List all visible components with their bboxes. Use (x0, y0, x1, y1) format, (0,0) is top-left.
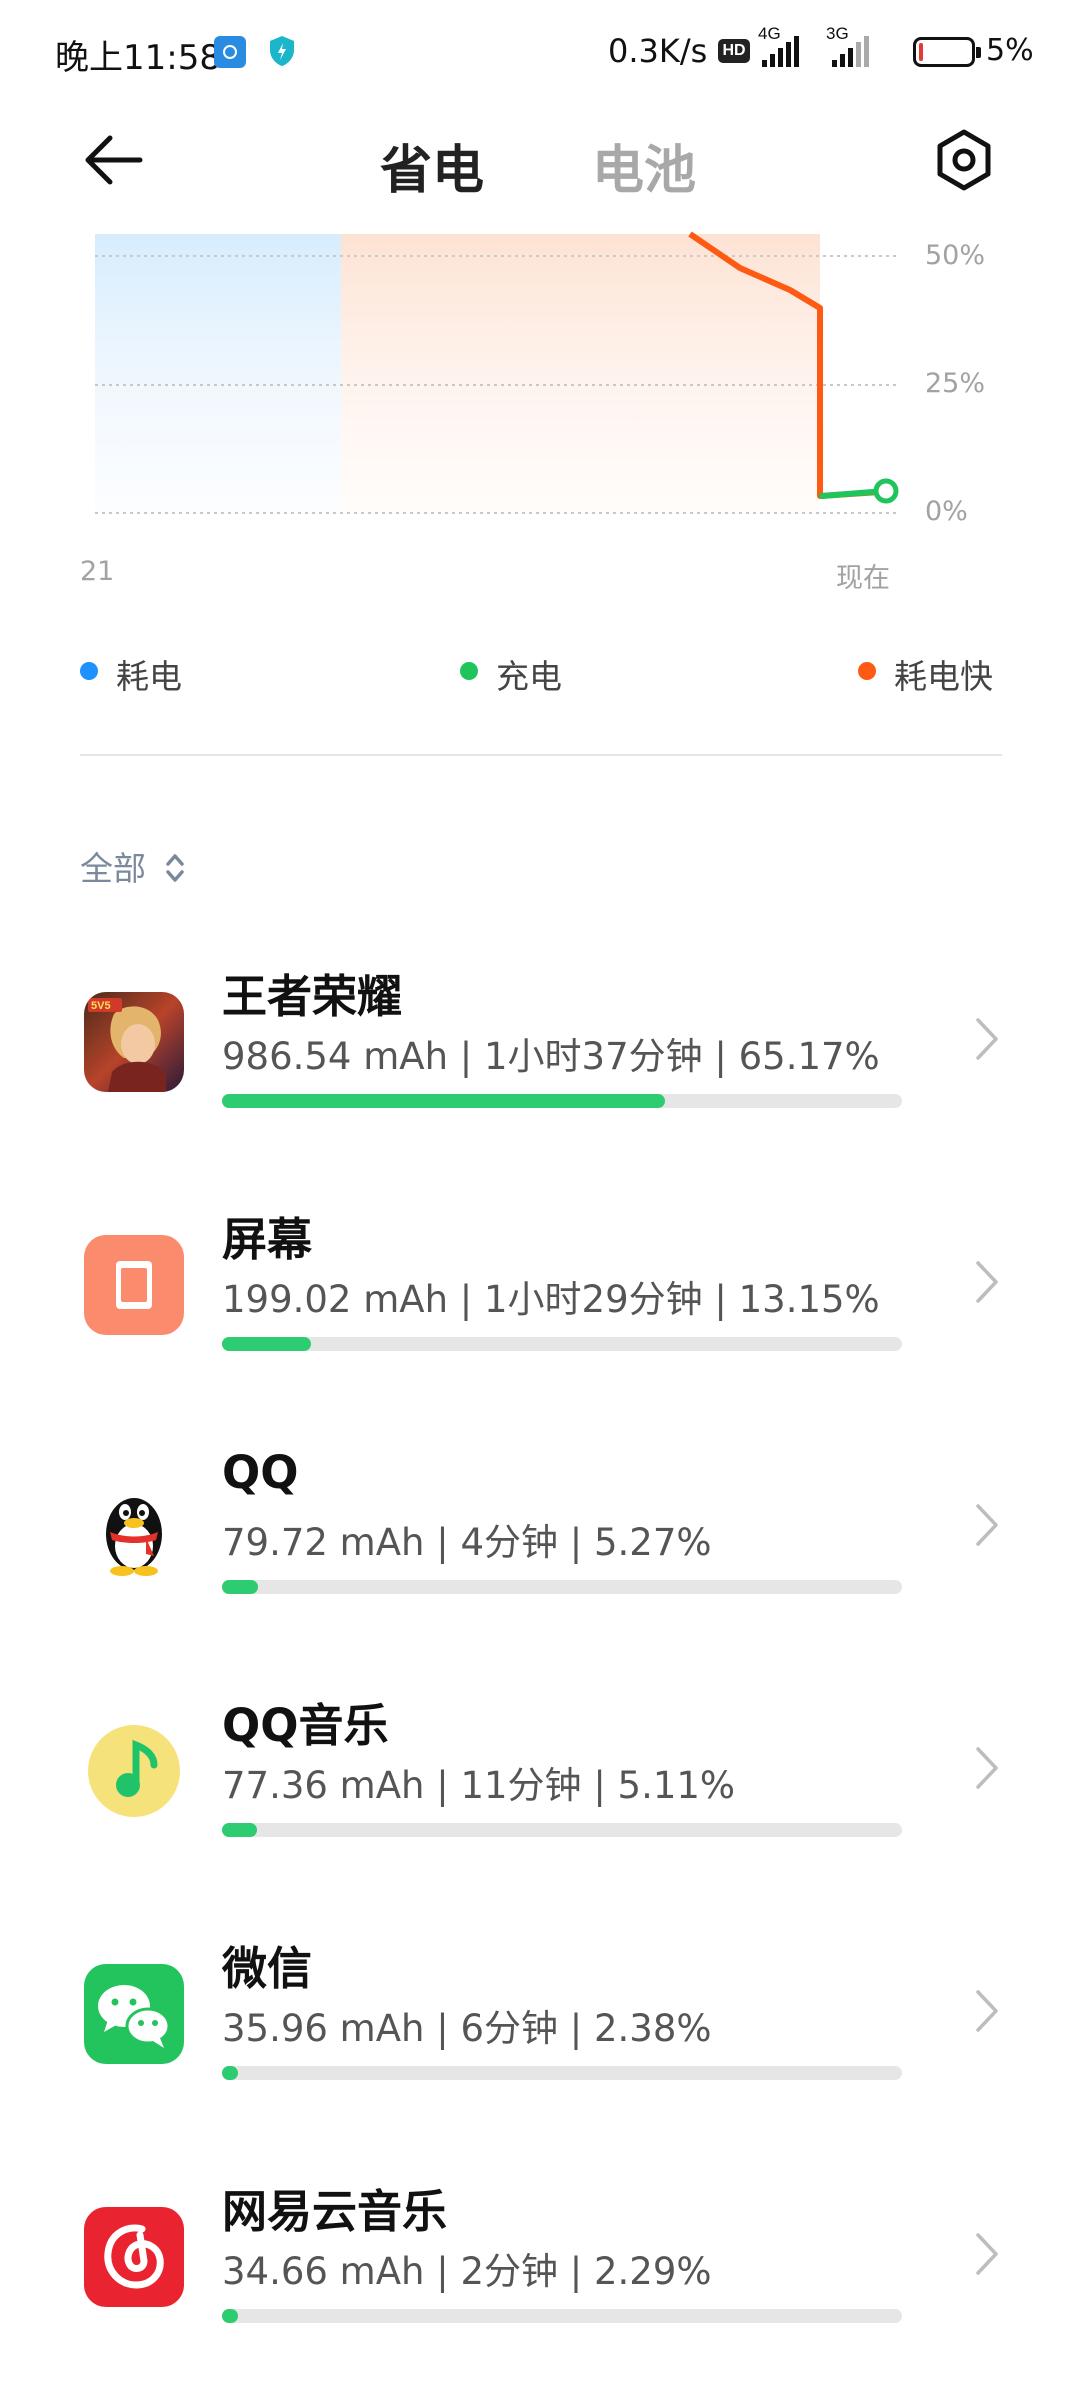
app-usage-detail: 77.36 mAh | 11分钟 | 5.11% (222, 1764, 736, 1807)
legend-label-fast-drain: 耗电快 (894, 657, 993, 696)
chevron-right-icon (976, 1747, 998, 1789)
chevron-right-icon (976, 1261, 998, 1303)
usage-bar-fill (222, 1580, 258, 1594)
usage-bar-fill (222, 1337, 312, 1351)
notification-app-icon (214, 36, 246, 68)
legend-label-drain: 耗电 (116, 657, 182, 696)
honor-of-kings-icon: 5V5 (84, 992, 184, 1092)
app-row[interactable]: QQ音乐 77.36 mAh | 11分钟 | 5.11% (0, 1689, 1080, 1889)
usage-bar-fill (222, 2066, 239, 2080)
legend-label-charge: 充电 (496, 657, 562, 696)
app-row[interactable]: 5V5 王者荣耀 986.54 mAh | 1小时37分钟 | 65.17% (0, 960, 1080, 1160)
app-name: 屏幕 (222, 1213, 313, 1266)
status-bar: 晚上11:58 0.3K/s HD 4G 3G 5% (0, 0, 1080, 100)
status-time: 晚上11:58 (55, 38, 221, 78)
chevron-right-icon (976, 1990, 998, 2032)
app-name: 网易云音乐 (222, 2185, 448, 2238)
app-name: 微信 (222, 1942, 313, 1995)
app-row[interactable]: QQ 79.72 mAh | 4分钟 | 5.27% (0, 1446, 1080, 1646)
chevron-right-icon (976, 1504, 998, 1546)
current-point (873, 478, 899, 504)
app-name: QQ音乐 (222, 1699, 389, 1752)
netease-music-icon (84, 2207, 184, 2307)
chevron-right-icon (976, 2233, 998, 2275)
hd-badge: HD (718, 39, 750, 63)
y-tick-0: 0% (925, 496, 968, 527)
chart-svg (95, 231, 900, 514)
drain-area (95, 234, 341, 514)
usage-bar-fill (222, 1094, 666, 1108)
battery-usage-chart: 50% 25% 0% 21 现在 (0, 230, 1080, 600)
settings-icon[interactable] (930, 126, 998, 194)
network-speed: 0.3K/s (608, 32, 708, 70)
usage-bar-fill (222, 1823, 257, 1837)
signal-icon (762, 36, 799, 67)
app-usage-detail: 986.54 mAh | 1小时37分钟 | 65.17% (222, 1035, 880, 1078)
legend-dot-drain (80, 662, 98, 680)
legend-dot-fast-drain (858, 662, 876, 680)
usage-bar (222, 2309, 902, 2323)
legend-dot-charge (460, 662, 478, 680)
screen-icon (84, 1235, 184, 1335)
chevron-right-icon (976, 1018, 998, 1060)
qq-penguin-icon (84, 1478, 184, 1578)
filter-label: 全部 (80, 849, 146, 888)
y-tick-50: 50% (925, 240, 986, 271)
app-row[interactable]: 微信 35.96 mAh | 6分钟 | 2.38% (0, 1932, 1080, 2132)
fast-drain-area (341, 234, 820, 514)
filter-dropdown[interactable]: 全部 (80, 842, 184, 892)
app-usage-detail: 34.66 mAh | 2分钟 | 2.29% (222, 2250, 712, 2293)
usage-bar (222, 1823, 902, 1837)
usage-bar (222, 1337, 902, 1351)
sort-updown-icon (166, 854, 184, 882)
divider (80, 754, 1002, 756)
app-usage-detail: 199.02 mAh | 1小时29分钟 | 13.15% (222, 1278, 880, 1321)
x-tick-now: 现在 (836, 563, 890, 594)
usage-bar (222, 1580, 902, 1594)
app-name: 王者荣耀 (222, 970, 403, 1023)
qq-music-icon (84, 1721, 184, 1821)
app-row[interactable]: 网易云音乐 34.66 mAh | 2分钟 | 2.29% (0, 2175, 1080, 2375)
svg-text:5V5: 5V5 (91, 1000, 111, 1012)
signal-icon-2 (832, 36, 869, 67)
shield-icon (270, 36, 294, 66)
app-usage-detail: 79.72 mAh | 4分钟 | 5.27% (222, 1521, 712, 1564)
battery-percent: 5% (986, 33, 1034, 68)
usage-bar-fill (222, 2309, 238, 2323)
battery-icon (913, 37, 981, 67)
back-arrow-icon[interactable] (80, 125, 150, 195)
wechat-icon (84, 1964, 184, 2064)
usage-bar (222, 1094, 902, 1108)
app-usage-detail: 35.96 mAh | 6分钟 | 2.38% (222, 2007, 712, 2050)
usage-bar (222, 2066, 902, 2080)
tab-battery[interactable]: 电池 (592, 128, 696, 203)
tab-power-saving[interactable]: 省电 (380, 128, 484, 203)
y-tick-25: 25% (925, 368, 986, 399)
x-tick-start: 21 (80, 556, 115, 587)
app-name: QQ (222, 1446, 299, 1499)
app-row[interactable]: 屏幕 199.02 mAh | 1小时29分钟 | 13.15% (0, 1203, 1080, 1403)
